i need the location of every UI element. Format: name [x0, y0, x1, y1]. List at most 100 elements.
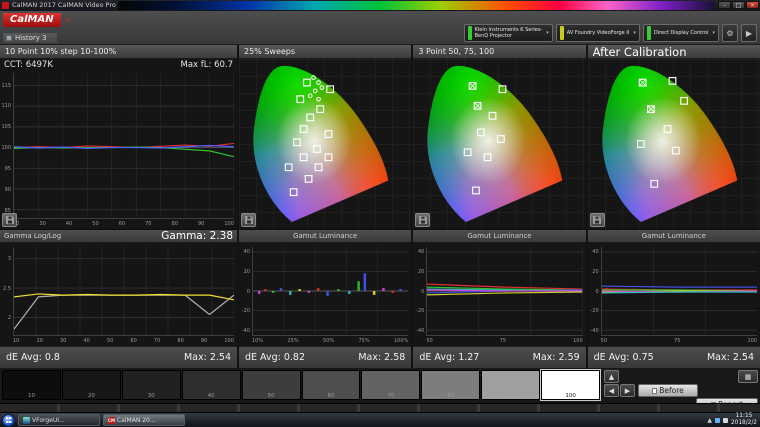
minimize-button[interactable]: –: [718, 1, 731, 9]
axis-tick: 2.5: [3, 286, 11, 292]
axis-tick: 40: [418, 249, 424, 255]
pattern-tile[interactable]: 30: [122, 370, 181, 400]
save-chart-button[interactable]: [2, 213, 17, 227]
pattern-tile[interactable]: 80: [421, 370, 480, 400]
axis-tick: 70: [154, 338, 160, 345]
pattern-tile-label: 100: [542, 393, 599, 399]
calman-logo[interactable]: CalMAN: [3, 13, 61, 27]
de-avg: dE Avg: 1.27: [419, 352, 479, 363]
layout-icon: [6, 35, 12, 41]
hidden-icons-chevron[interactable]: ▲: [707, 417, 712, 424]
taskbar-app-calman[interactable]: CM CalMAN 20...: [103, 414, 185, 426]
layout-panels: 10 Point 10% step 10-100% CCT: 6497K Max…: [0, 45, 760, 368]
panel-25-sweeps: 25% Sweeps Gamut Luminance 40200-20-40: [239, 45, 411, 368]
axis-tick: 40: [66, 221, 72, 228]
gamut-luminance-header: Gamut Luminance: [239, 230, 411, 243]
tab-label: History 3: [15, 34, 47, 42]
maximize-button[interactable]: □: [732, 1, 745, 9]
windows-logo-icon: [6, 417, 12, 423]
pattern-tile[interactable]: 50: [242, 370, 301, 400]
axis-tick: 40: [83, 338, 89, 345]
panel-header: After Calibration: [588, 45, 760, 59]
toolbar: CalMAN ▾ History 3 Klein Instruments K S…: [0, 11, 760, 45]
pattern-tile[interactable]: 60: [302, 370, 361, 400]
grayscale-pattern-strip: 102030405060708090100: [2, 370, 600, 400]
pattern-tile-label: 80: [422, 393, 479, 399]
axis-tick: 70: [145, 221, 151, 228]
axis-tick: 50: [107, 338, 113, 345]
logo-dropdown-icon[interactable]: ▾: [66, 16, 70, 24]
pattern-tile[interactable]: 100: [541, 370, 600, 400]
axis-tick: 80: [177, 338, 183, 345]
pattern-tile[interactable]: 20: [62, 370, 121, 400]
volume-icon[interactable]: [723, 418, 728, 423]
axis-tick: 20: [418, 269, 424, 275]
luminance-plot: [602, 247, 757, 335]
before-button[interactable]: Before: [638, 384, 698, 397]
pattern-grid-button[interactable]: ▦: [738, 370, 758, 383]
up-arrow-button[interactable]: ▲: [604, 370, 619, 383]
panel-header: 3 Point 50, 75, 100: [413, 45, 585, 59]
close-button[interactable]: ×: [746, 1, 759, 9]
network-icon[interactable]: [715, 418, 720, 423]
cie-chart-area: [239, 59, 411, 230]
source-line1: AV Foundry VideoForge II: [567, 30, 630, 36]
pattern-tile-label: 50: [243, 393, 300, 399]
gamut-luminance-chart: 40200-20-40 5075100: [413, 243, 585, 346]
pattern-tile[interactable]: 90: [481, 370, 540, 400]
meter-dropdown[interactable]: Klein Instruments K Series- BenQ Project…: [464, 24, 553, 42]
save-chart-button[interactable]: [241, 213, 256, 227]
save-chart-button[interactable]: [590, 213, 605, 227]
axis-tick: 40: [244, 249, 250, 255]
settings-gear-button[interactable]: ⚙: [722, 24, 738, 42]
source-dropdown[interactable]: AV Foundry VideoForge II ▾: [556, 24, 640, 42]
pattern-tile[interactable]: 10: [2, 370, 61, 400]
axis-tick: 100: [224, 338, 234, 345]
start-button[interactable]: [2, 414, 15, 427]
app-label: VForgeUI...: [32, 417, 65, 424]
tab-history-3[interactable]: History 3: [3, 33, 57, 43]
axis-tick: 105: [1, 124, 11, 130]
chart-readouts: CCT: 6497K Max fL: 60.7: [4, 60, 233, 70]
y-axis-labels: 40200-20-40: [239, 247, 251, 336]
pattern-tile[interactable]: 40: [182, 370, 241, 400]
plot-area: [426, 247, 582, 336]
sub-title: Gamut Luminance: [293, 232, 357, 240]
pattern-tile-label: 20: [63, 393, 120, 399]
panel-title: 3 Point 50, 75, 100: [418, 47, 494, 56]
axis-tick: -20: [242, 308, 250, 314]
advance-button[interactable]: ▶: [741, 24, 757, 42]
axis-tick: 75: [674, 338, 680, 345]
gamut-luminance-header: Gamut Luminance: [413, 230, 585, 243]
de-summary-bar: dE Avg: 1.27 Max: 2.59: [413, 346, 585, 368]
axis-tick: 3: [8, 256, 11, 262]
chevron-down-icon: ▾: [633, 30, 636, 36]
axis-tick: 30: [39, 221, 45, 228]
plot-area: [13, 247, 234, 336]
back-arrow-button[interactable]: ◀: [604, 384, 619, 397]
axis-tick: -40: [590, 328, 598, 334]
de-max: Max: 2.54: [707, 352, 754, 363]
floppy-disk-icon: [418, 215, 428, 225]
gamma-header-bar: Gamma Log/Log Gamma: 2.38: [0, 230, 237, 243]
rgb-line-plot: [14, 73, 234, 218]
panel-after-calibration: After Calibration Gamut Luminance 40200-…: [588, 45, 760, 368]
save-chart-button[interactable]: [415, 213, 430, 227]
axis-tick: 90: [201, 338, 207, 345]
y-axis-labels: 40200-20-40: [413, 247, 425, 336]
cct-value: CCT: 6497K: [4, 60, 53, 70]
page-icon: [652, 388, 657, 394]
pattern-tile[interactable]: 70: [361, 370, 420, 400]
gamma-line-plot: [14, 247, 234, 335]
axis-tick: 110: [1, 103, 11, 109]
axis-tick: 90: [5, 187, 11, 193]
device-buttons: Klein Instruments K Series- BenQ Project…: [464, 24, 757, 42]
cie-1931-diagram: [415, 61, 583, 227]
forward-arrow-button[interactable]: ▶: [620, 384, 635, 397]
taskbar-app-vforgeui[interactable]: VForgeUI...: [18, 414, 100, 426]
axis-tick: -40: [242, 328, 250, 334]
plot-area: [13, 73, 234, 219]
display-dropdown[interactable]: Direct Display Control ▾: [643, 24, 719, 42]
taskbar-clock[interactable]: 11:15 2018/2/2: [731, 413, 757, 427]
app-label: CalMAN 20...: [117, 417, 156, 424]
